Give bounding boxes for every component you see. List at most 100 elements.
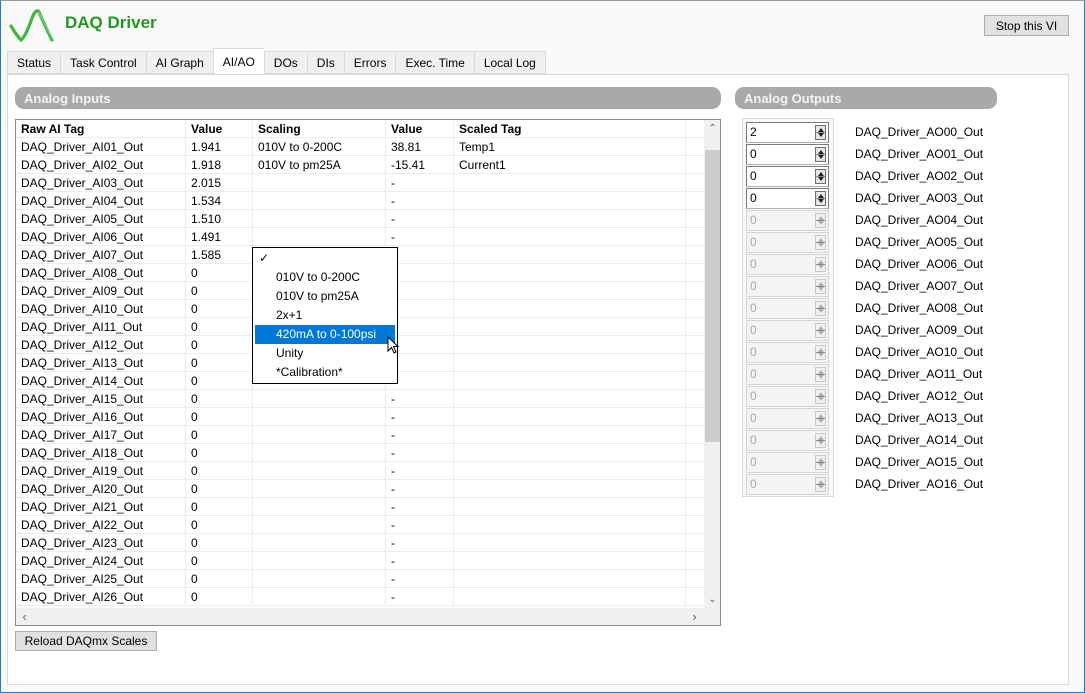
column-header-scaled-tag[interactable]: Scaled Tag [453, 120, 685, 138]
column-header-raw-ai-tag[interactable]: Raw AI Tag [16, 120, 185, 138]
tab-local-log[interactable]: Local Log [473, 51, 546, 74]
value-cell: 0 [185, 300, 252, 318]
ao-value-stepper: 0 [746, 254, 829, 275]
spinner-arrows-icon[interactable] [815, 169, 826, 184]
table-row[interactable]: DAQ_Driver_AI22_Out 0 - [16, 516, 705, 534]
raw-ai-tag-cell: DAQ_Driver_AI11_Out [21, 320, 143, 334]
table-row[interactable]: DAQ_Driver_AI25_Out 0 - [16, 570, 705, 588]
tab-dis[interactable]: DIs [306, 51, 344, 74]
menu-item-010v-to-pm25a[interactable]: 010V to pm25A [255, 287, 395, 306]
vertical-scroll-thumb[interactable] [705, 150, 720, 442]
scaling-cell[interactable] [252, 192, 385, 210]
scaling-cell[interactable] [252, 210, 385, 228]
extra-cell [685, 480, 705, 498]
ao-value-stepper[interactable]: 0 [746, 144, 829, 165]
ao-value: 0 [750, 367, 757, 381]
table-row[interactable]: DAQ_Driver_AI26_Out 0 - [16, 588, 705, 606]
table-row[interactable]: DAQ_Driver_AI20_Out 0 - [16, 480, 705, 498]
stop-vi-button[interactable]: Stop this VI [984, 15, 1069, 36]
scaled-tag-cell [453, 354, 685, 372]
raw-ai-tag-cell: DAQ_Driver_AI08_Out [21, 266, 144, 280]
spinner-arrows-icon[interactable] [815, 125, 826, 140]
scaling-cell[interactable] [252, 552, 385, 570]
table-row[interactable]: DAQ_Driver_AI24_Out 0 - [16, 552, 705, 570]
scaling-cell[interactable] [252, 480, 385, 498]
value-cell: 0 [185, 444, 252, 462]
ao-value[interactable]: 2 [750, 123, 757, 142]
column-header-scaled-value[interactable]: Value [385, 120, 453, 138]
scaling-cell[interactable] [252, 516, 385, 534]
raw-ai-tag-cell: DAQ_Driver_AI20_Out [21, 482, 144, 496]
scaling-cell[interactable]: 010V to pm25A [252, 156, 385, 174]
scaling-cell[interactable] [252, 534, 385, 552]
scaling-cell[interactable] [252, 588, 385, 606]
value-cell: 0 [185, 552, 252, 570]
table-row[interactable]: DAQ_Driver_AI02_Out 1.918 010V to pm25A -15… [16, 156, 705, 174]
spinner-arrows-icon[interactable] [815, 147, 826, 162]
extra-cell [685, 498, 705, 516]
tab-ai-ao[interactable]: AI/AO [212, 48, 264, 74]
scaled-value-cell: - [385, 462, 453, 480]
chevron-up-icon[interactable]: ⌃ [704, 120, 720, 137]
column-header-scaling[interactable]: Scaling [252, 120, 385, 138]
table-row[interactable]: DAQ_Driver_AI05_Out 1.510 - [16, 210, 705, 228]
raw-ai-tag-cell: DAQ_Driver_AI10_Out [21, 302, 144, 316]
scaling-cell[interactable] [252, 426, 385, 444]
menu-item-420ma-to-0-100psi[interactable]: 420mA to 0-100psi [255, 325, 395, 344]
reload-daqmx-scales-button[interactable]: Reload DAQmx Scales [15, 631, 157, 651]
ao-value-stepper[interactable]: 0 [746, 188, 829, 209]
chevron-left-icon[interactable]: ‹ [16, 608, 33, 625]
ao-value[interactable]: 0 [750, 167, 757, 186]
horizontal-scrollbar[interactable]: ‹ › [16, 608, 704, 625]
menu-item-none[interactable] [255, 249, 395, 268]
scaling-cell[interactable] [252, 408, 385, 426]
ao-value: 0 [750, 433, 757, 447]
tab-ai-graph[interactable]: AI Graph [145, 51, 213, 74]
scaling-cell[interactable] [252, 498, 385, 516]
table-row[interactable]: DAQ_Driver_AI15_Out 0 - [16, 390, 705, 408]
table-row[interactable]: DAQ_Driver_AI23_Out 0 - [16, 534, 705, 552]
extra-cell [685, 300, 705, 318]
scaled-value-cell: - [385, 210, 453, 228]
scaling-cell[interactable] [252, 462, 385, 480]
scaling-cell[interactable] [252, 174, 385, 192]
vertical-scrollbar[interactable]: ⌃ ⌄ [704, 120, 720, 608]
scaling-cell[interactable] [252, 228, 385, 246]
table-row[interactable]: DAQ_Driver_AI03_Out 2.015 - [16, 174, 705, 192]
table-row[interactable]: DAQ_Driver_AI21_Out 0 - [16, 498, 705, 516]
ao-value-stepper[interactable]: 0 [746, 166, 829, 187]
scaling-cell[interactable] [252, 444, 385, 462]
table-row[interactable]: DAQ_Driver_AI16_Out 0 - [16, 408, 705, 426]
scaling-cell[interactable] [252, 390, 385, 408]
column-header-value[interactable]: Value [185, 120, 252, 138]
ao-value-stepper[interactable]: 2 [746, 122, 829, 143]
table-row[interactable]: DAQ_Driver_AI17_Out 0 - [16, 426, 705, 444]
raw-ai-tag-cell: DAQ_Driver_AI04_Out [21, 194, 144, 208]
scaling-cell[interactable] [252, 570, 385, 588]
table-row[interactable]: DAQ_Driver_AI01_Out 1.941 010V to 0-200C 38… [16, 138, 705, 156]
chevron-down-icon[interactable]: ⌄ [704, 591, 720, 608]
tab-errors[interactable]: Errors [343, 51, 396, 74]
table-row[interactable]: DAQ_Driver_AI06_Out 1.491 - [16, 228, 705, 246]
ao-value-stepper: 0 [746, 298, 829, 319]
table-row[interactable]: DAQ_Driver_AI18_Out 0 - [16, 444, 705, 462]
tab-task-control[interactable]: Task Control [60, 51, 146, 74]
ao-value[interactable]: 0 [750, 145, 757, 164]
ao-value[interactable]: 0 [750, 189, 757, 208]
chevron-right-icon[interactable]: › [686, 608, 703, 625]
table-row[interactable]: DAQ_Driver_AI19_Out 0 - [16, 462, 705, 480]
scaling-cell[interactable]: 010V to 0-200C [252, 138, 385, 156]
spinner-arrows-icon[interactable] [815, 191, 826, 206]
menu-item-unity[interactable]: Unity [255, 344, 395, 363]
menu-item-010v-to-0-200c[interactable]: 010V to 0-200C [255, 268, 395, 287]
tab-dos[interactable]: DOs [263, 51, 307, 74]
scaling-dropdown-menu[interactable]: ✓ 010V to 0-200C 010V to pm25A 2x+1 420mA t… [252, 247, 398, 384]
ao-tag-label: DAQ_Driver_AO05_Out [855, 235, 984, 249]
menu-item-2x-1[interactable]: 2x+1 [255, 306, 395, 325]
mouse-pointer-icon [387, 336, 400, 354]
tab-status[interactable]: Status [7, 51, 61, 74]
table-row[interactable]: DAQ_Driver_AI04_Out 1.534 - [16, 192, 705, 210]
tab-exec-time[interactable]: Exec. Time [395, 51, 474, 74]
scaled-tag-cell [453, 462, 685, 480]
menu-item-calibration[interactable]: *Calibration* [255, 363, 395, 382]
